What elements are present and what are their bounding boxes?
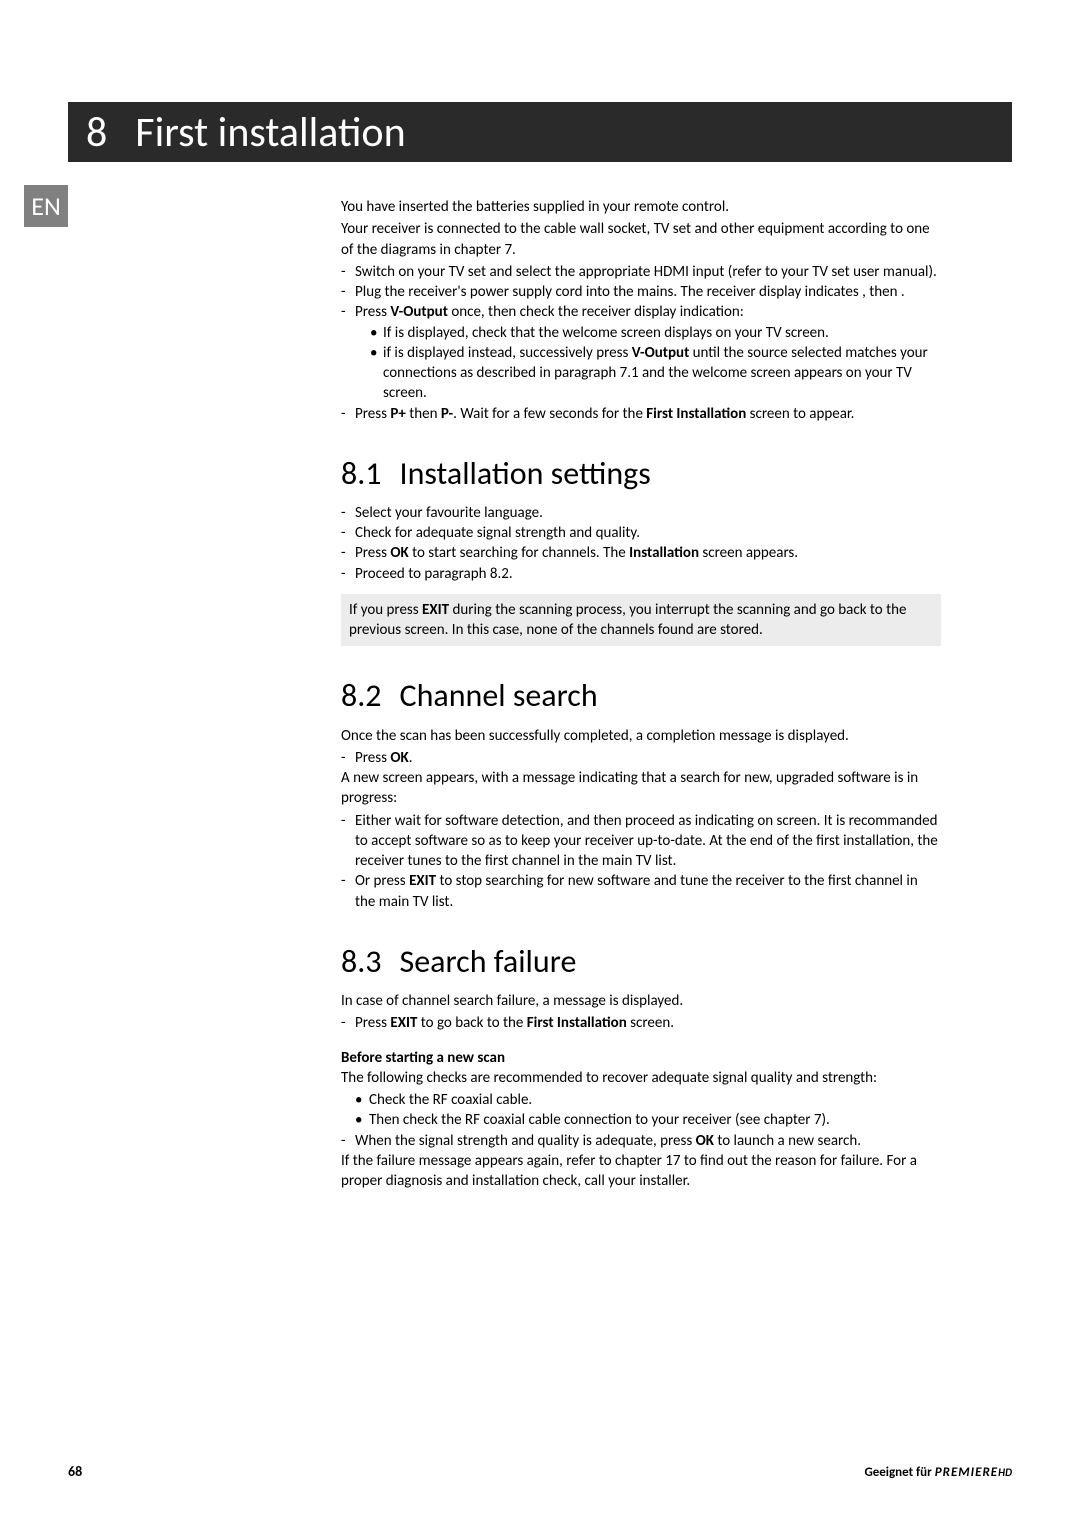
s81-step-2: Check for adequate signal strength and q…	[341, 523, 941, 543]
s83-p1: In case of channel search failure, a mes…	[341, 991, 941, 1011]
intro-paragraph-1: You have inserted the batteries supplied…	[341, 197, 941, 217]
s82-p1: Once the scan has been successfully comp…	[341, 726, 941, 746]
s82-step-1: Press OK.	[341, 748, 941, 768]
s82-step-2: Either wait for software detection, and …	[341, 811, 941, 872]
intro-step-3-sub-2: if is displayed instead, successively pr…	[355, 343, 941, 404]
language-tab: EN	[24, 185, 68, 227]
s81-step-4: Proceed to paragraph 8.2.	[341, 564, 941, 584]
s83-bullet-1: Check the RF coaxial cable.	[355, 1090, 941, 1110]
chapter-banner: 8 First installation	[68, 102, 1012, 162]
s82-list-1: Press OK.	[341, 748, 941, 768]
intro-step-4: Press P+ then P-. Wait for a few seconds…	[341, 404, 941, 424]
section-8-2-heading: 8.2Channel search	[341, 674, 941, 717]
page-content: You have inserted the batteries supplied…	[341, 197, 941, 1193]
s83-p2: The following checks are recommended to …	[341, 1068, 941, 1088]
chapter-number: 8	[86, 107, 107, 158]
s81-step-1: Select your favourite language.	[341, 503, 941, 523]
intro-step-3-sublist: If is displayed, check that the welcome …	[355, 323, 941, 404]
s83-p3: If the failure message appears again, re…	[341, 1151, 941, 1192]
intro-step-2: Plug the receiver's power supply cord in…	[341, 282, 941, 302]
footer-brand: Geeignet für PREMIEREHD	[864, 1465, 1012, 1480]
language-label: EN	[31, 190, 60, 222]
s83-bullets: Check the RF coaxial cable. Then check t…	[355, 1090, 941, 1131]
s81-step-3: Press OK to start searching for channels…	[341, 543, 941, 563]
section-8-1-callout: If you press EXIT during the scanning pr…	[341, 594, 941, 647]
s83-list-2: When the signal strength and quality is …	[341, 1131, 941, 1151]
s82-p2: A new screen appears, with a message ind…	[341, 768, 941, 809]
section-8-1-steps: Select your favourite language. Check fo…	[341, 503, 941, 584]
s83-subhead: Before starting a new scan	[341, 1048, 941, 1068]
s83-step-1: Press EXIT to go back to the First Insta…	[341, 1013, 941, 1033]
s82-list-2: Either wait for software detection, and …	[341, 811, 941, 912]
intro-step-1: Switch on your TV set and select the app…	[341, 262, 941, 282]
page-number: 68	[68, 1463, 82, 1480]
section-8-1-heading: 8.1Installation settings	[341, 452, 941, 495]
section-8-3-heading: 8.3Search failure	[341, 940, 941, 983]
s83-list-1: Press EXIT to go back to the First Insta…	[341, 1013, 941, 1033]
s83-step-2: When the signal strength and quality is …	[341, 1131, 941, 1151]
intro-step-3-sub-1: If is displayed, check that the welcome …	[355, 323, 941, 343]
intro-paragraph-2: Your receiver is connected to the cable …	[341, 219, 941, 260]
s82-step-3: Or press EXIT to stop searching for new …	[341, 871, 941, 912]
intro-step-3: Press V-Output once, then check the rece…	[341, 302, 941, 403]
chapter-title: First installation	[135, 107, 405, 158]
intro-steps: Switch on your TV set and select the app…	[341, 262, 941, 424]
s83-bullet-2: Then check the RF coaxial cable connecti…	[355, 1110, 941, 1130]
